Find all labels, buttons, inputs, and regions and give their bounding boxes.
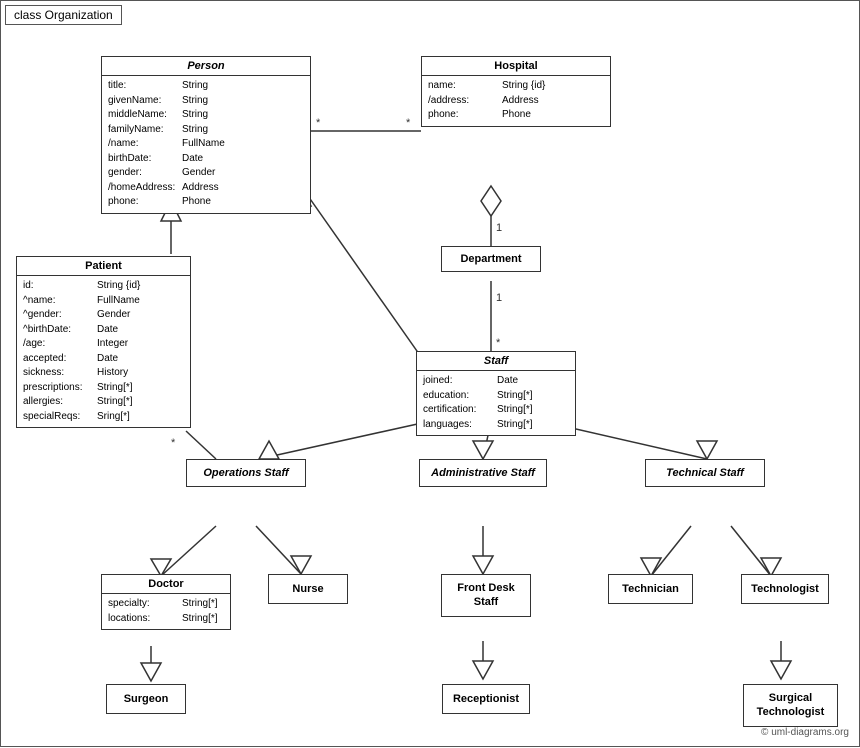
technologist-class: Technologist (741, 574, 829, 604)
receptionist-class: Receptionist (442, 684, 530, 714)
staff-class: Staff joined:Date education:String[*] ce… (416, 351, 576, 436)
surgeon-class: Surgeon (106, 684, 186, 714)
svg-text:*: * (496, 337, 501, 349)
person-class: Person title:String givenName:String mid… (101, 56, 311, 214)
uml-diagram: class Organization * * 1 * 1 * (0, 0, 860, 747)
svg-text:*: * (406, 117, 411, 129)
doctor-class: Doctor specialty:String[*] locations:Str… (101, 574, 231, 630)
doctor-attrs: specialty:String[*] locations:String[*] (102, 594, 230, 629)
copyright: © uml-diagrams.org (761, 727, 849, 738)
svg-text:*: * (171, 437, 176, 449)
operations-staff-class: Operations Staff (186, 459, 306, 487)
hospital-class: Hospital name:String {id} /address:Addre… (421, 56, 611, 127)
svg-text:1: 1 (496, 222, 502, 234)
nurse-class: Nurse (268, 574, 348, 604)
patient-attrs: id:String {id} ^name:FullName ^gender:Ge… (17, 276, 190, 427)
svg-text:*: * (316, 117, 321, 129)
patient-class: Patient id:String {id} ^name:FullName ^g… (16, 256, 191, 428)
hospital-attrs: name:String {id} /address:Address phone:… (422, 76, 610, 126)
svg-text:1: 1 (496, 292, 502, 304)
technical-staff-class: Technical Staff (645, 459, 765, 487)
diagram-title: class Organization (5, 5, 122, 25)
technician-class: Technician (608, 574, 693, 604)
front-desk-staff-class: Front Desk Staff (441, 574, 531, 617)
person-attrs: title:String givenName:String middleName… (102, 76, 310, 213)
administrative-staff-class: Administrative Staff (419, 459, 547, 487)
staff-attrs: joined:Date education:String[*] certific… (417, 371, 575, 435)
department-class: Department (441, 246, 541, 272)
surgical-technologist-class: Surgical Technologist (743, 684, 838, 727)
